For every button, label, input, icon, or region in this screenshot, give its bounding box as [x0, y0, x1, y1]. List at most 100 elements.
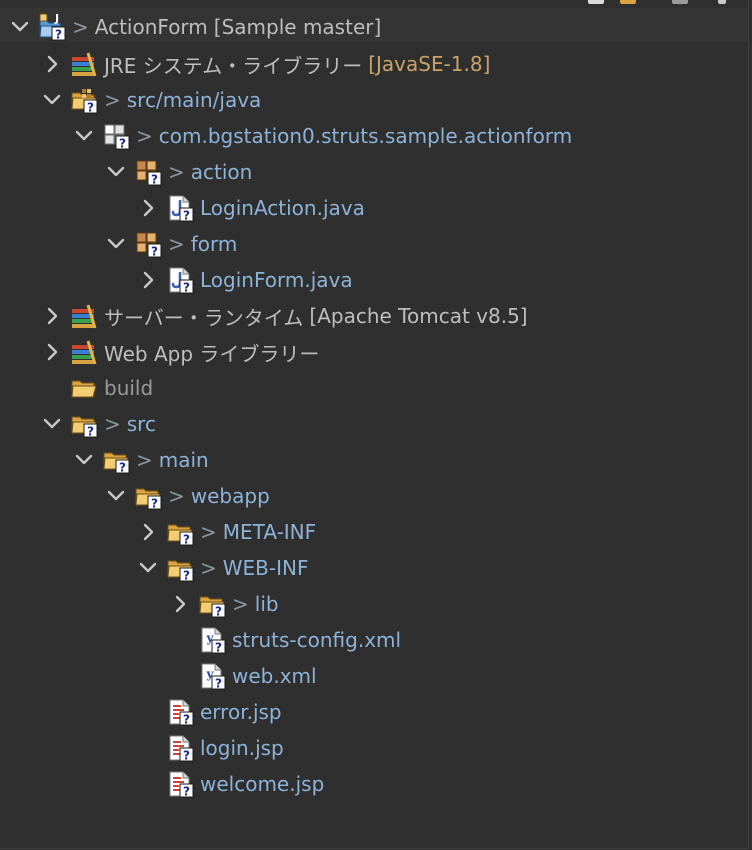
- chevron-down-icon[interactable]: [104, 232, 128, 256]
- package-actionform-label: com.bgstation0.struts.sample.actionform: [158, 124, 573, 148]
- chevron-down-icon[interactable]: [136, 556, 160, 580]
- dirty-marker: >: [104, 412, 121, 436]
- chevron-down-icon[interactable]: [72, 448, 96, 472]
- webapp-folder-label: webapp: [190, 484, 270, 508]
- tree-item-main-folder[interactable]: > main: [72, 443, 209, 477]
- web-app-libraries-label: Web App ライブラリー: [104, 341, 320, 366]
- gear-icon[interactable]: [672, 0, 688, 4]
- server-runtime-label: サーバー・ランタイム: [104, 305, 304, 330]
- chevron-right-icon[interactable]: [136, 196, 160, 220]
- build-folder-label: build: [104, 376, 154, 400]
- dirty-marker: >: [200, 556, 217, 580]
- jsp-file-icon: [166, 698, 194, 726]
- project-label: ActionForm: [94, 15, 208, 39]
- java-file-icon: [166, 266, 194, 294]
- chevron-down-icon[interactable]: [40, 412, 64, 436]
- tree-item-struts-config-xml[interactable]: struts-config.xml: [168, 623, 401, 657]
- package-form-label: form: [190, 232, 238, 256]
- tree-item-web-app-libraries[interactable]: Web App ライブラリー: [40, 335, 319, 369]
- chevron-right-icon[interactable]: [40, 340, 64, 364]
- dirty-marker: >: [104, 88, 121, 112]
- tree-item-jre-library[interactable]: JRE システム・ライブラリー [JavaSE-1.8]: [40, 47, 490, 81]
- tree-item-login-jsp[interactable]: login.jsp: [136, 731, 284, 765]
- jsp-file-icon: [166, 734, 194, 762]
- meta-inf-folder-label: META-INF: [222, 520, 317, 544]
- library-icon: [70, 338, 98, 366]
- welcome-jsp-label: welcome.jsp: [200, 772, 325, 796]
- package-icon: [134, 158, 162, 186]
- server-runtime-decoration: [Apache Tomcat v8.5]: [309, 304, 528, 328]
- web-xml-label: web.xml: [232, 664, 317, 688]
- tree-item-webapp-folder[interactable]: > webapp: [104, 479, 270, 513]
- jsp-file-icon: [166, 770, 194, 798]
- git-branch-decoration: [Sample master]: [213, 15, 382, 39]
- tree-item-login-form-java[interactable]: LoginForm.java: [136, 263, 353, 297]
- tree-item-web-inf-folder[interactable]: > WEB-INF: [136, 551, 308, 585]
- source-folder-icon: [70, 86, 98, 114]
- folder-icon[interactable]: [620, 0, 636, 4]
- chevron-down-icon[interactable]: [72, 124, 96, 148]
- dirty-marker: >: [200, 520, 217, 544]
- tree-item-package-form[interactable]: > form: [104, 227, 237, 261]
- dirty-marker: >: [168, 160, 185, 184]
- chevron-down-icon[interactable]: [104, 160, 128, 184]
- dirty-marker: >: [136, 124, 153, 148]
- chevron-right-icon[interactable]: [40, 304, 64, 328]
- main-folder-label: main: [158, 448, 209, 472]
- chevron-down-icon[interactable]: [104, 484, 128, 508]
- tree-item-web-xml[interactable]: web.xml: [168, 659, 317, 693]
- java-file-icon: [166, 194, 194, 222]
- project-explorer-tree: > ActionForm [Sample master] JRE システム・ライ…: [0, 0, 749, 849]
- close-icon[interactable]: [718, 0, 726, 4]
- tree-item-package-actionform[interactable]: > com.bgstation0.struts.sample.actionfor…: [72, 119, 572, 153]
- dirty-marker: >: [72, 15, 89, 39]
- tree-item-lib-folder[interactable]: > lib: [168, 587, 279, 621]
- src-main-java-label: src/main/java: [126, 88, 262, 112]
- error-jsp-label: error.jsp: [200, 700, 282, 724]
- struts-config-xml-label: struts-config.xml: [232, 628, 402, 652]
- tree-item-meta-inf-folder[interactable]: > META-INF: [136, 515, 316, 549]
- tree-item-src-main-java[interactable]: > src/main/java: [40, 83, 261, 117]
- folder-icon: [134, 482, 162, 510]
- login-form-java-label: LoginForm.java: [200, 268, 353, 292]
- java-project-icon: [38, 13, 66, 41]
- tree-item-package-action[interactable]: > action: [104, 155, 252, 189]
- view-toolbar: [578, 0, 748, 5]
- chevron-right-icon[interactable]: [168, 592, 192, 616]
- tree-item-project[interactable]: > ActionForm [Sample master]: [8, 10, 381, 44]
- jre-version-decoration: [JavaSE-1.8]: [368, 52, 491, 76]
- chevron-right-icon[interactable]: [136, 268, 160, 292]
- chevron-down-icon[interactable]: [40, 88, 64, 112]
- folder-icon: [166, 554, 194, 582]
- dirty-marker: >: [168, 484, 185, 508]
- tree-item-login-action-java[interactable]: LoginAction.java: [136, 191, 365, 225]
- package-icon: [134, 230, 162, 258]
- folder-icon: [102, 446, 130, 474]
- folder-icon: [70, 374, 98, 402]
- library-icon: [70, 302, 98, 330]
- folder-icon: [166, 518, 194, 546]
- lib-folder-label: lib: [254, 592, 279, 616]
- dirty-marker: >: [136, 448, 153, 472]
- dirty-marker: >: [168, 232, 185, 256]
- folder-icon: [70, 410, 98, 438]
- login-jsp-label: login.jsp: [200, 736, 284, 760]
- src-folder-label: src: [126, 412, 156, 436]
- jre-library-label: JRE システム・ライブラリー: [104, 53, 363, 78]
- tree-item-error-jsp[interactable]: error.jsp: [136, 695, 282, 729]
- tree-item-welcome-jsp[interactable]: welcome.jsp: [136, 767, 324, 801]
- chevron-right-icon[interactable]: [40, 52, 64, 76]
- folder-icon: [198, 590, 226, 618]
- login-action-java-label: LoginAction.java: [200, 196, 365, 220]
- tree-item-server-runtime[interactable]: サーバー・ランタイム [Apache Tomcat v8.5]: [40, 299, 528, 333]
- tree-item-src-folder[interactable]: > src: [40, 407, 156, 441]
- empty-package-icon: [102, 122, 130, 150]
- library-icon: [70, 50, 98, 78]
- chevron-down-icon[interactable]: [8, 15, 32, 39]
- toolbar-icon[interactable]: [588, 0, 604, 4]
- chevron-right-icon[interactable]: [136, 520, 160, 544]
- tree-item-build-folder[interactable]: build: [40, 371, 153, 405]
